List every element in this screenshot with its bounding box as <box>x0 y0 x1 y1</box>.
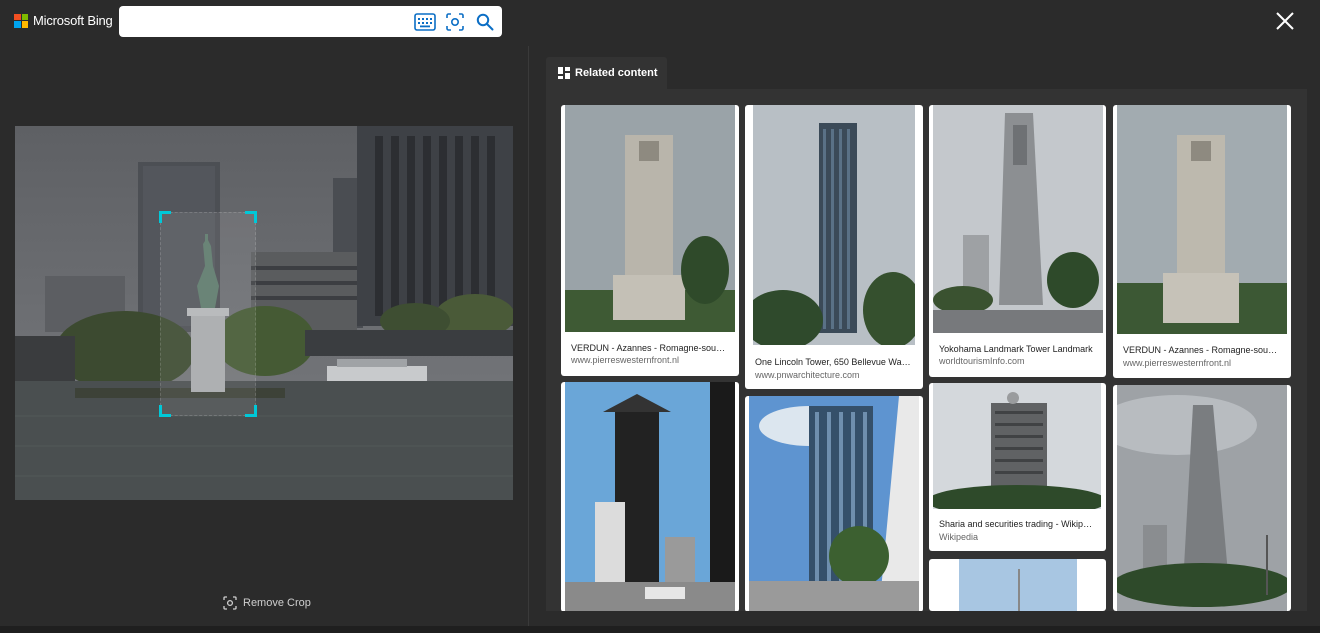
bing-logo[interactable]: Microsoft Bing <box>14 13 113 28</box>
keyboard-icon[interactable] <box>414 11 436 33</box>
result-thumbnail <box>933 105 1103 333</box>
result-thumbnail <box>959 559 1077 611</box>
result-title: VERDUN - Azannes - Romagne-sous-l... <box>571 343 729 353</box>
result-source: www.pnwarchitecture.com <box>755 370 860 380</box>
crop-handle-top-right[interactable] <box>245 211 257 223</box>
visual-search-icon[interactable] <box>444 11 466 33</box>
result-thumbnail <box>933 383 1101 509</box>
result-thumbnail <box>565 382 735 611</box>
brand-name: Microsoft Bing <box>33 13 113 28</box>
microsoft-logo-icon <box>14 13 28 28</box>
close-icon[interactable] <box>1272 8 1298 34</box>
tab-label: Related content <box>575 67 658 79</box>
search-input[interactable] <box>127 10 407 33</box>
search-box <box>119 6 502 37</box>
crop-selection[interactable] <box>159 211 257 417</box>
result-card[interactable]: One Lincoln Tower, 650 Bellevue Way ... … <box>745 105 923 389</box>
remove-crop-button[interactable]: Remove Crop <box>223 596 311 610</box>
crop-handle-bottom-left[interactable] <box>159 405 171 417</box>
result-thumbnail <box>565 105 735 332</box>
bottom-bar <box>0 626 1320 633</box>
result-source: Wikipedia <box>939 532 979 542</box>
result-card[interactable]: Sharia and securities trading - Wikipedi… <box>929 383 1106 551</box>
grid-icon <box>558 67 570 79</box>
result-card[interactable] <box>929 559 1106 611</box>
right-panel: Related content VERDUN - Azannes - Romag… <box>530 46 1320 626</box>
remove-crop-label: Remove Crop <box>243 597 311 609</box>
result-thumbnail <box>1117 385 1287 611</box>
result-card[interactable] <box>561 382 739 611</box>
result-card[interactable] <box>745 396 923 611</box>
result-card[interactable]: Yokohama Landmark Tower Landmark worldto… <box>929 105 1106 377</box>
result-thumbnail <box>749 396 919 611</box>
result-title: Yokohama Landmark Tower Landmark <box>939 344 1093 354</box>
query-photo[interactable] <box>15 126 513 500</box>
result-card[interactable]: VERDUN - Azannes - Romagne-sous-l... www… <box>561 105 739 376</box>
result-thumbnail <box>1117 105 1287 334</box>
result-title: VERDUN - Azannes - Romagne-sous-l... <box>1123 345 1281 355</box>
result-card[interactable]: VERDUN - Azannes - Romagne-sous-l... www… <box>1113 105 1291 378</box>
result-thumbnail <box>753 105 915 345</box>
left-panel: Remove Crop <box>0 46 529 626</box>
result-source: worldtourismInfo.com <box>939 356 1025 366</box>
crop-handle-top-left[interactable] <box>159 211 171 223</box>
result-title: Sharia and securities trading - Wikipedi… <box>939 519 1097 529</box>
header-bar: Microsoft Bing <box>0 0 1320 46</box>
result-source: www.pierreswesternfront.nl <box>1123 358 1232 368</box>
crop-handle-bottom-right[interactable] <box>245 405 257 417</box>
result-card[interactable] <box>1113 385 1291 611</box>
result-source: www.pierreswesternfront.nl <box>571 355 680 365</box>
result-title: One Lincoln Tower, 650 Bellevue Way ... <box>755 357 913 367</box>
search-icon[interactable] <box>474 11 496 33</box>
tab-related-content[interactable]: Related content <box>546 57 667 89</box>
crop-icon <box>223 596 237 610</box>
results-grid: VERDUN - Azannes - Romagne-sous-l... www… <box>546 89 1307 611</box>
